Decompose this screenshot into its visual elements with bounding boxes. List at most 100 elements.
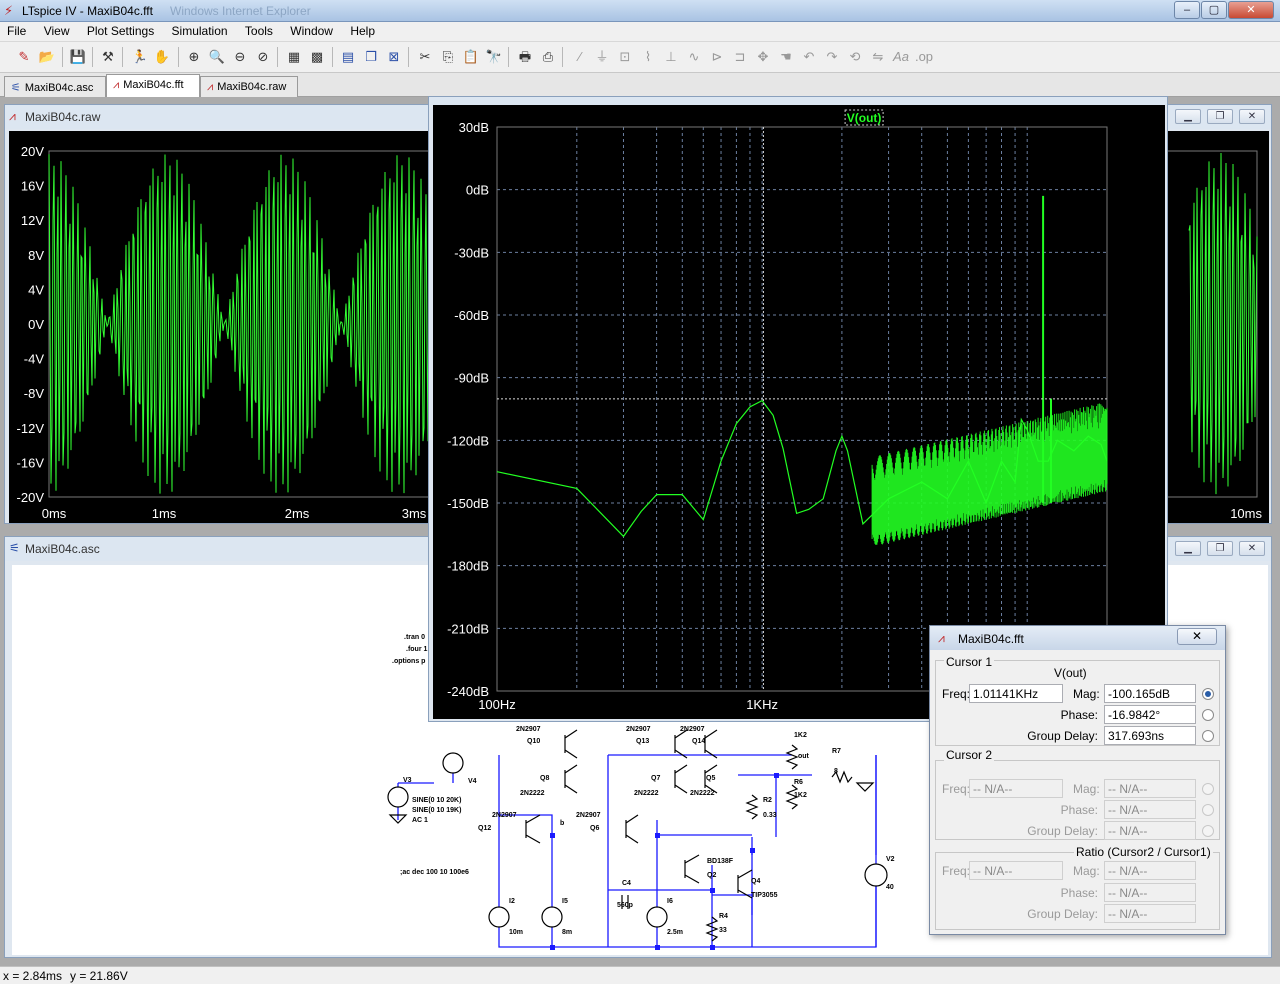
waveform-icon: ⩘ (207, 81, 214, 93)
ratio-phase-label: Phase: (1060, 886, 1098, 900)
background-window-title: Windows Internet Explorer (170, 4, 311, 18)
label-r4: R4 (719, 913, 728, 920)
cursor-dialog-titlebar[interactable]: ⩘ MaxiB04c.fft ✕ (930, 626, 1225, 650)
cursor1-gd-field[interactable]: 317.693ns (1104, 726, 1196, 745)
label-q12-model: 2N2907 (492, 812, 517, 819)
raw-minimize-button[interactable]: ▁ (1175, 109, 1201, 124)
zoom-pan-icon[interactable]: 🔍 (207, 47, 227, 67)
zoom-in-icon[interactable]: ⊕ (184, 47, 204, 67)
tile-horizontal-icon[interactable]: ▤ (338, 47, 358, 67)
asc-minimize-button[interactable]: ▁ (1175, 541, 1201, 556)
cut-icon[interactable]: ✂ (415, 47, 435, 67)
wire-icon[interactable]: ∕ (570, 47, 590, 67)
autorange-icon[interactable]: ▦ (284, 47, 304, 67)
menu-simulation[interactable]: Simulation (165, 22, 235, 38)
maximize-button[interactable]: ▢ (1201, 1, 1227, 19)
open-icon[interactable]: 📂 (37, 47, 57, 67)
copy-icon[interactable]: ⎘ (438, 47, 458, 67)
diode-icon[interactable]: ⊳ (707, 47, 727, 67)
cursor1-mag-field[interactable]: -100.165dB (1104, 684, 1196, 703)
asc-restore-button[interactable]: ❐ (1207, 541, 1233, 556)
component-icon[interactable]: ⊐ (730, 47, 750, 67)
halt-icon[interactable]: ✋ (152, 47, 172, 67)
fft-window-titlebar[interactable] (429, 97, 1167, 105)
cursor2-mag-label: Mag: (1073, 782, 1100, 796)
cursor1-freq-label: Freq: (942, 687, 971, 701)
close-all-icon[interactable]: ⊠ (384, 47, 404, 67)
menu-tools[interactable]: Tools (238, 22, 280, 38)
rotate-icon[interactable]: ⟲ (845, 47, 865, 67)
run-icon[interactable]: 🏃 (130, 47, 150, 67)
cursor2-phase-radio (1202, 804, 1214, 816)
waveform-icon: ⩘ (113, 79, 120, 91)
ratio-mag-field: -- N/A-- (1104, 861, 1196, 880)
menu-view[interactable]: View (37, 22, 77, 38)
zoom-fit-icon[interactable]: ⊘ (253, 47, 273, 67)
move-icon[interactable]: ✥ (753, 47, 773, 67)
label-q6-model: 2N2907 (576, 812, 601, 819)
redo-icon[interactable]: ↷ (822, 47, 842, 67)
control-panel-icon[interactable]: ⚒ (98, 47, 118, 67)
fft-y-tick-label: 0dB (466, 183, 489, 198)
fft-y-tick-label: -60dB (454, 308, 489, 323)
waveform-icon: ⩘ (938, 631, 945, 645)
print-setup-icon[interactable]: 🖶 (515, 47, 535, 67)
cascade-icon[interactable]: ❐ (361, 47, 381, 67)
drag-icon[interactable]: ☚ (776, 47, 796, 67)
tab-asc[interactable]: ⚟ MaxiB04c.asc (4, 76, 106, 97)
document-tabs: ⚟ MaxiB04c.asc ⩘ MaxiB04c.fft ⩘ MaxiB04c.ra… (0, 73, 1280, 97)
label-q4-model: TIP3055 (751, 892, 778, 899)
tab-fft[interactable]: ⩘ MaxiB04c.fft (106, 74, 200, 97)
raw-close-button[interactable]: ✕ (1239, 109, 1265, 124)
label-q10-model: 2N2907 (516, 726, 541, 733)
ratio-gd-field: -- N/A-- (1104, 904, 1196, 923)
cursor1-group-label: Cursor 1 (944, 655, 995, 669)
fft-y-tick-label: -150dB (447, 496, 489, 511)
cursor1-mag-radio[interactable] (1202, 688, 1214, 700)
label-net-icon[interactable]: ⊡ (615, 47, 635, 67)
close-button[interactable]: ✕ (1228, 1, 1274, 19)
label-q10: Q10 (527, 738, 540, 745)
menu-help[interactable]: Help (343, 22, 382, 38)
label-i5-value: 8m (562, 929, 572, 936)
menu-plot-settings[interactable]: Plot Settings (80, 22, 161, 38)
find-icon[interactable]: 🔭 (484, 47, 504, 67)
label-i6-value: 2.5m (667, 929, 683, 936)
cursor1-gd-radio[interactable] (1202, 730, 1214, 742)
asc-close-button[interactable]: ✕ (1239, 541, 1265, 556)
text-icon[interactable]: Aa (891, 47, 911, 67)
delete-trace-icon[interactable]: ▩ (307, 47, 327, 67)
cursor-dialog-close-button[interactable]: ✕ (1177, 628, 1217, 645)
minimize-button[interactable]: – (1174, 1, 1200, 19)
cursor-dialog-title: MaxiB04c.fft (958, 632, 1024, 646)
cursor1-phase-radio[interactable] (1202, 709, 1214, 721)
directive-options: .options p (392, 658, 425, 665)
zoom-out-icon[interactable]: ⊖ (230, 47, 250, 67)
undo-icon[interactable]: ↶ (799, 47, 819, 67)
fft-y-tick-label: 30dB (459, 120, 489, 135)
new-schematic-icon[interactable]: ✎ (14, 47, 34, 67)
mirror-icon[interactable]: ⇋ (868, 47, 888, 67)
label-q13: Q13 (636, 738, 649, 745)
tab-label: MaxiB04c.fft (123, 79, 184, 91)
raw-restore-button[interactable]: ❐ (1207, 109, 1233, 124)
resistor-icon[interactable]: ⌇ (638, 47, 658, 67)
inductor-icon[interactable]: ∿ (684, 47, 704, 67)
capacitor-icon[interactable]: ⊥ (661, 47, 681, 67)
save-icon[interactable]: 💾 (68, 47, 88, 67)
schematic-icon: ⚟ (9, 541, 20, 555)
tab-raw[interactable]: ⩘ MaxiB04c.raw (200, 76, 298, 97)
ground-icon[interactable]: ⏚ (592, 47, 612, 67)
cursor1-phase-field[interactable]: -16.9842° (1104, 705, 1196, 724)
label-q13-model: 2N2907 (626, 726, 651, 733)
menu-window[interactable]: Window (283, 22, 340, 38)
cursor1-freq-field[interactable]: 1.01141KHz (969, 684, 1063, 703)
label-q5-model: 2N2222 (690, 790, 715, 797)
label-v3-sine19k: SINE(0 10 19K) (412, 807, 461, 814)
menu-file[interactable]: File (0, 22, 33, 38)
label-r7-value: 8 (834, 768, 838, 775)
paste-icon[interactable]: 📋 (461, 47, 481, 67)
status-bar: x = 2.84ms y = 21.86V (0, 966, 1280, 984)
spice-directive-icon[interactable]: .op (914, 47, 934, 67)
print-icon[interactable]: ⎙ (538, 47, 558, 67)
